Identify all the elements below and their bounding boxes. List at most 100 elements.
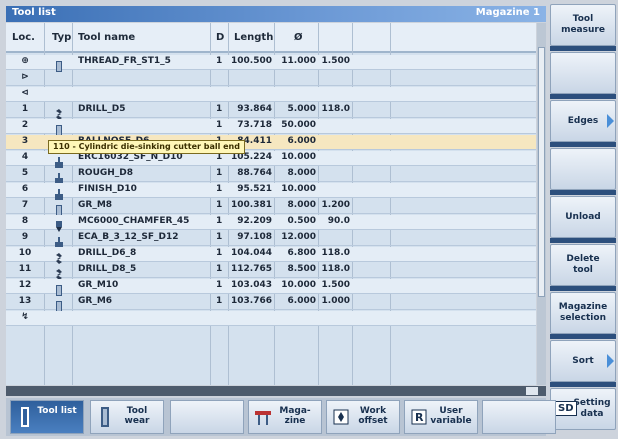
scroll-right-arrow[interactable]: [526, 387, 538, 395]
magazine-label: Magazine 1: [475, 7, 540, 18]
row-loc: 7: [21, 200, 29, 210]
row-radius: 6.000: [287, 296, 316, 306]
row-loc: ⊳: [21, 72, 29, 82]
row-length: 104.044: [231, 248, 272, 258]
work-offset-tab[interactable]: Work offset: [326, 400, 400, 434]
row-extra: 118.0: [321, 104, 350, 114]
unload-button[interactable]: Unload: [550, 196, 616, 238]
sort-button[interactable]: Sort: [550, 340, 616, 382]
application-window: Tool list Magazine 1 Loc. Typ Tool name …: [0, 0, 618, 439]
tool-type-tooltip: 110 - Cylindric die-sinking cutter ball …: [48, 140, 245, 154]
bottom-softkey-empty-2[interactable]: [482, 400, 556, 434]
chamfer-tool-icon: [54, 217, 64, 232]
row-length: 103.766: [231, 296, 272, 306]
row-loc: ⊲: [21, 88, 29, 98]
row-loc: 1: [21, 104, 29, 114]
tool-measure-button[interactable]: Tool measure: [550, 4, 616, 46]
table-row[interactable]: 11 DRILL_D8_5 1 112.765 8.500 118.0: [6, 263, 536, 280]
row-radius: 10.000: [281, 280, 316, 290]
softkey-separator: [550, 94, 616, 99]
table-row[interactable]: ↯: [6, 311, 536, 326]
tool-list-icon: [17, 407, 33, 427]
table-row[interactable]: 12 GR_M10 1 103.043 10.000 1.500: [6, 279, 536, 296]
horizontal-scrollbar[interactable]: [6, 386, 546, 396]
table-row[interactable]: 10 DRILL_D6_8 1 104.044 6.800 118.0: [6, 247, 536, 264]
col-d[interactable]: D: [216, 32, 224, 43]
table-row[interactable]: ⊲: [6, 87, 536, 102]
table-row[interactable]: 13 GR_M6 1 103.766 6.000 1.000: [6, 295, 536, 312]
row-d: 1: [216, 184, 223, 194]
row-tool-name: FINISH_D10: [78, 184, 137, 194]
row-length: 103.043: [231, 280, 272, 290]
row-length: 97.108: [237, 232, 272, 242]
table-row[interactable]: ⊳: [6, 71, 536, 86]
row-radius: 8.000: [287, 200, 316, 210]
user-variable-tab[interactable]: R User variable: [404, 400, 478, 434]
col-radius[interactable]: Ø: [294, 32, 303, 43]
user-variable-icon: R: [411, 407, 427, 427]
mill-tool-icon: [54, 201, 64, 216]
tool-wear-tab[interactable]: Tool wear: [90, 400, 164, 434]
magazine-tab[interactable]: Maga-zine: [248, 400, 322, 434]
softkey-separator: [550, 142, 616, 147]
row-loc: 12: [18, 280, 32, 290]
magazine-selection-button[interactable]: Magazine selection: [550, 292, 616, 334]
softkey-empty-4[interactable]: [550, 148, 616, 190]
row-loc: 6: [21, 184, 29, 194]
row-extra: 1.500: [321, 280, 350, 290]
scroll-thumb[interactable]: [538, 47, 545, 297]
softkey-label: User variable: [430, 406, 472, 426]
row-d: 1: [216, 280, 223, 290]
softkey-label: Sort: [572, 355, 594, 366]
row-length: 88.764: [237, 168, 272, 178]
col-loc[interactable]: Loc.: [12, 32, 35, 43]
softkey-empty-2[interactable]: [550, 52, 616, 94]
row-radius: 6.800: [287, 248, 316, 258]
table-row[interactable]: 2 1 73.718 50.000: [6, 119, 536, 136]
row-loc: 8: [21, 216, 29, 226]
row-d: 1: [216, 216, 223, 226]
col-tool-name[interactable]: Tool name: [78, 32, 135, 43]
vertical-scrollbar[interactable]: [537, 23, 546, 385]
row-radius: 5.000: [287, 104, 316, 114]
bottom-softkey-empty[interactable]: [170, 400, 244, 434]
row-loc: ⊕: [21, 56, 29, 66]
edges-button[interactable]: Edges: [550, 100, 616, 142]
row-loc: 2: [21, 120, 29, 130]
table-row[interactable]: 9 ECA_B_3_12_SF_D12 1 97.108 12.000: [6, 231, 536, 248]
endmill-tool-icon: [54, 169, 64, 184]
table-row[interactable]: 1 DRILL_D5 1 93.864 5.000 118.0: [6, 103, 536, 120]
row-radius: 50.000: [281, 120, 316, 130]
table-row[interactable]: 7 GR_M8 1 100.381 8.000 1.200: [6, 199, 536, 216]
softkey-label: Edges: [567, 115, 599, 126]
drill-tool-icon: [54, 265, 64, 280]
softkey-separator: [550, 382, 616, 387]
table-row[interactable]: 5 ROUGH_D8 1 88.764 8.000: [6, 167, 536, 184]
setting-data-button[interactable]: Setting data SD: [550, 388, 616, 430]
tool-list-tab[interactable]: Tool list: [10, 400, 84, 434]
tool-wear-icon: [97, 407, 113, 427]
table-row[interactable]: 8 MC6000_CHAMFER_45 1 92.209 0.500 90.0: [6, 215, 536, 232]
row-extra: 118.0: [321, 264, 350, 274]
row-tool-name: MC6000_CHAMFER_45: [78, 216, 190, 226]
row-loc: 5: [21, 168, 29, 178]
col-length[interactable]: Length: [234, 32, 273, 43]
col-type[interactable]: Typ: [52, 32, 71, 43]
table-row[interactable]: 6 FINISH_D10 1 95.521 10.000: [6, 183, 536, 200]
row-tool-name: ROUGH_D8: [78, 168, 134, 178]
row-radius: 10.000: [281, 152, 316, 162]
delete-tool-button[interactable]: Delete tool: [550, 244, 616, 286]
chevron-right-icon: [607, 114, 614, 128]
window-title: Tool list: [12, 7, 56, 18]
row-loc: 3: [21, 136, 29, 146]
row-length: 92.209: [237, 216, 272, 226]
softkey-separator: [550, 286, 616, 291]
chevron-right-icon: [607, 354, 614, 368]
row-d: 1: [216, 200, 223, 210]
row-d: 1: [216, 264, 223, 274]
row-extra: 1.000: [321, 296, 350, 306]
softkey-label: Unload: [565, 211, 601, 222]
table-row[interactable]: ⊕ THREAD_FR_ST1_5 1 100.500 11.000 1.500: [6, 55, 536, 72]
tool-table: Loc. Typ Tool name D Length Ø ⊕ THREAD_FR…: [6, 23, 536, 385]
row-d: 1: [216, 248, 223, 258]
